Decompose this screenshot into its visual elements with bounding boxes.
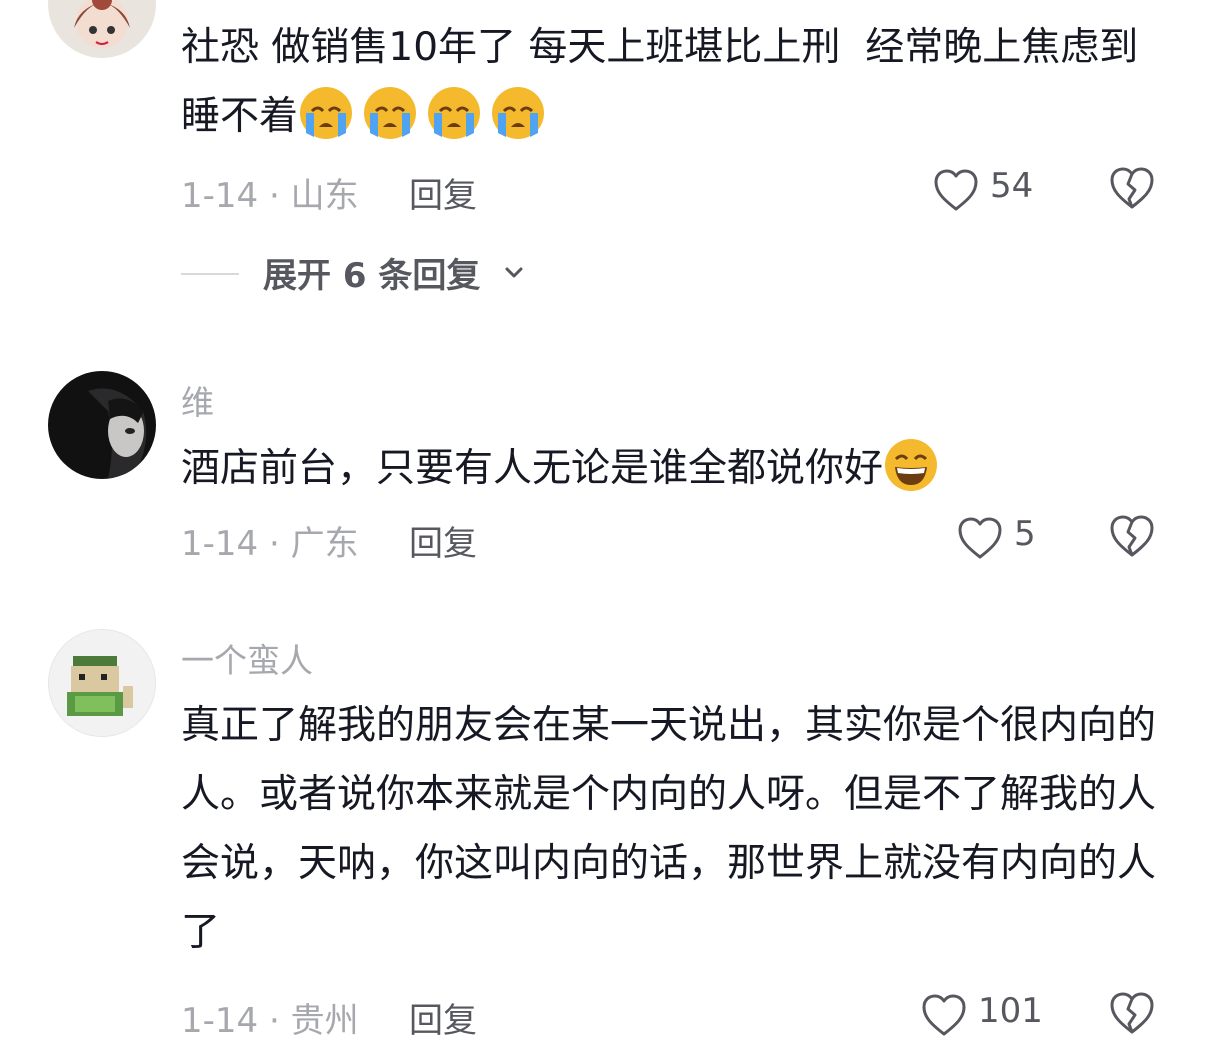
comment-meta: 1-14 · 贵州 回复 101: [181, 991, 1166, 1043]
username[interactable]: 一个蛮人: [181, 634, 313, 682]
reply-button[interactable]: 回复: [409, 168, 477, 217]
comment-text: 真正了解我的朋友会在某一天说出，其实你是个很内向的人。或者说你本来就是个内向的人…: [181, 691, 1166, 967]
date-location: 1-14 · 广东: [181, 524, 359, 564]
user-avatar-image: [48, 0, 156, 58]
comment-meta: 1-14 · 广东 回复 5: [181, 514, 1166, 566]
heart-icon: [922, 994, 966, 1036]
avatar[interactable]: [48, 629, 156, 737]
reply-button[interactable]: 回复: [409, 516, 477, 565]
heart-icon: [934, 169, 978, 211]
loudly-crying-face-icon: [300, 87, 353, 139]
loudly-crying-face-icon: [428, 87, 481, 139]
like-count: 54: [990, 166, 1034, 206]
expand-replies-label: 展开 6 条回复: [263, 256, 481, 296]
broken-heart-icon: [1110, 992, 1154, 1034]
reply-button[interactable]: 回复: [409, 993, 477, 1042]
like-button[interactable]: 5: [957, 514, 1047, 564]
divider-line: [181, 273, 239, 275]
broken-heart-icon: [1110, 515, 1154, 557]
like-button[interactable]: 54: [933, 166, 1043, 216]
loudly-crying-face-icon: [492, 87, 545, 139]
grinning-squinting-face-icon: [885, 439, 938, 491]
comment-text-content: 真正了解我的朋友会在某一天说出，其实你是个很内向的人。或者说你本来就是个内向的人…: [181, 703, 1157, 955]
comment-text-content: 酒店前台，只要有人无论是谁全都说你好: [181, 446, 884, 491]
username[interactable]: 维: [181, 376, 214, 424]
heart-icon: [958, 517, 1002, 559]
loudly-crying-face-icon: [364, 87, 417, 139]
like-button[interactable]: 101: [921, 991, 1051, 1041]
user-avatar-image: [49, 630, 155, 736]
like-count: 5: [1014, 514, 1036, 554]
chevron-down-icon: [505, 267, 523, 278]
user-avatar-image: [48, 371, 156, 479]
broken-heart-icon: [1110, 167, 1154, 209]
avatar[interactable]: [48, 371, 156, 479]
date-location: 1-14 · 山东: [181, 176, 359, 216]
comment-text: 酒店前台，只要有人无论是谁全都说你好: [181, 434, 1166, 503]
date-location: 1-14 · 贵州: [181, 1001, 359, 1041]
comment-meta: 1-14 · 山东 回复 54: [181, 166, 1166, 218]
avatar[interactable]: [48, 0, 156, 58]
dislike-button[interactable]: [1109, 991, 1159, 1041]
dislike-button[interactable]: [1109, 166, 1159, 216]
like-count: 101: [978, 991, 1043, 1031]
comment-text: 社恐 做销售10年了 每天上班堪比上刑 经常晚上焦虑到睡不着: [181, 13, 1166, 151]
dislike-button[interactable]: [1109, 514, 1159, 564]
